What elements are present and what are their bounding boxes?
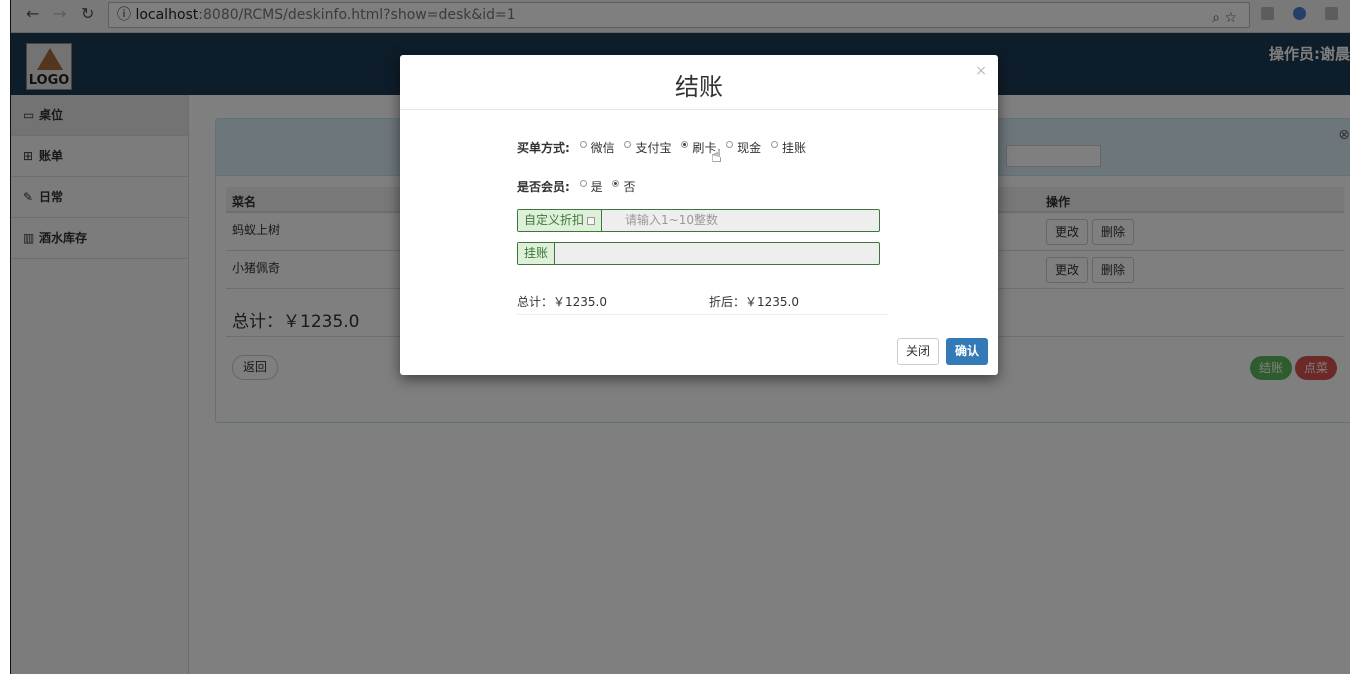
checkout-modal: 结账 × 买单方式: 微信 支付宝 刷卡 现金 挂账 是否会员: 是 否 自定义…	[400, 55, 998, 375]
member-row: 是否会员: 是 否	[517, 178, 636, 195]
option-label: 微信	[590, 141, 615, 155]
discount-addon-label: 自定义折扣	[524, 213, 585, 227]
radio-wechat[interactable]	[579, 141, 587, 148]
option-label: 否	[623, 180, 636, 194]
discount-input-group: 自定义折扣 请输入1~10整数	[517, 209, 880, 232]
payment-method-row: 买单方式: 微信 支付宝 刷卡 现金 挂账	[517, 139, 806, 156]
radio-member-yes[interactable]	[579, 180, 587, 187]
radio-card[interactable]	[681, 141, 689, 148]
radio-credit[interactable]	[771, 141, 779, 148]
option-label: 现金	[737, 141, 762, 155]
summary-row: 总计：￥1235.0 折后：￥1235.0	[517, 293, 888, 315]
option-label: 支付宝	[635, 141, 672, 155]
browser-window: ← → ↻ ⓘ localhost:8080/RCMS/deskinfo.htm…	[11, 0, 1350, 674]
radio-member-no[interactable]	[612, 180, 620, 187]
hand-cursor-icon: ☝	[711, 146, 722, 167]
payment-method-label: 买单方式:	[517, 141, 570, 155]
option-label: 挂账	[782, 141, 807, 155]
modal-header: 结账 ×	[400, 55, 998, 110]
discount-addon: 自定义折扣	[518, 210, 603, 231]
member-label: 是否会员:	[517, 180, 570, 194]
option-label: 是	[590, 180, 603, 194]
modal-title: 结账	[675, 73, 723, 101]
discount-checkbox[interactable]	[587, 217, 596, 225]
summary-discounted: 折后：￥1235.0	[709, 295, 799, 309]
summary-total: 总计：￥1235.0	[517, 295, 607, 309]
radio-alipay[interactable]	[624, 141, 632, 148]
discount-input[interactable]: 请输入1~10整数	[616, 210, 718, 231]
modal-close-button[interactable]: 关闭	[897, 338, 940, 365]
confirm-button[interactable]: 确认	[946, 338, 989, 365]
radio-cash[interactable]	[726, 141, 734, 148]
credit-input[interactable]	[560, 243, 878, 264]
credit-input-group: 挂账	[517, 242, 880, 265]
credit-addon: 挂账	[518, 243, 556, 264]
close-icon[interactable]: ×	[975, 63, 987, 79]
